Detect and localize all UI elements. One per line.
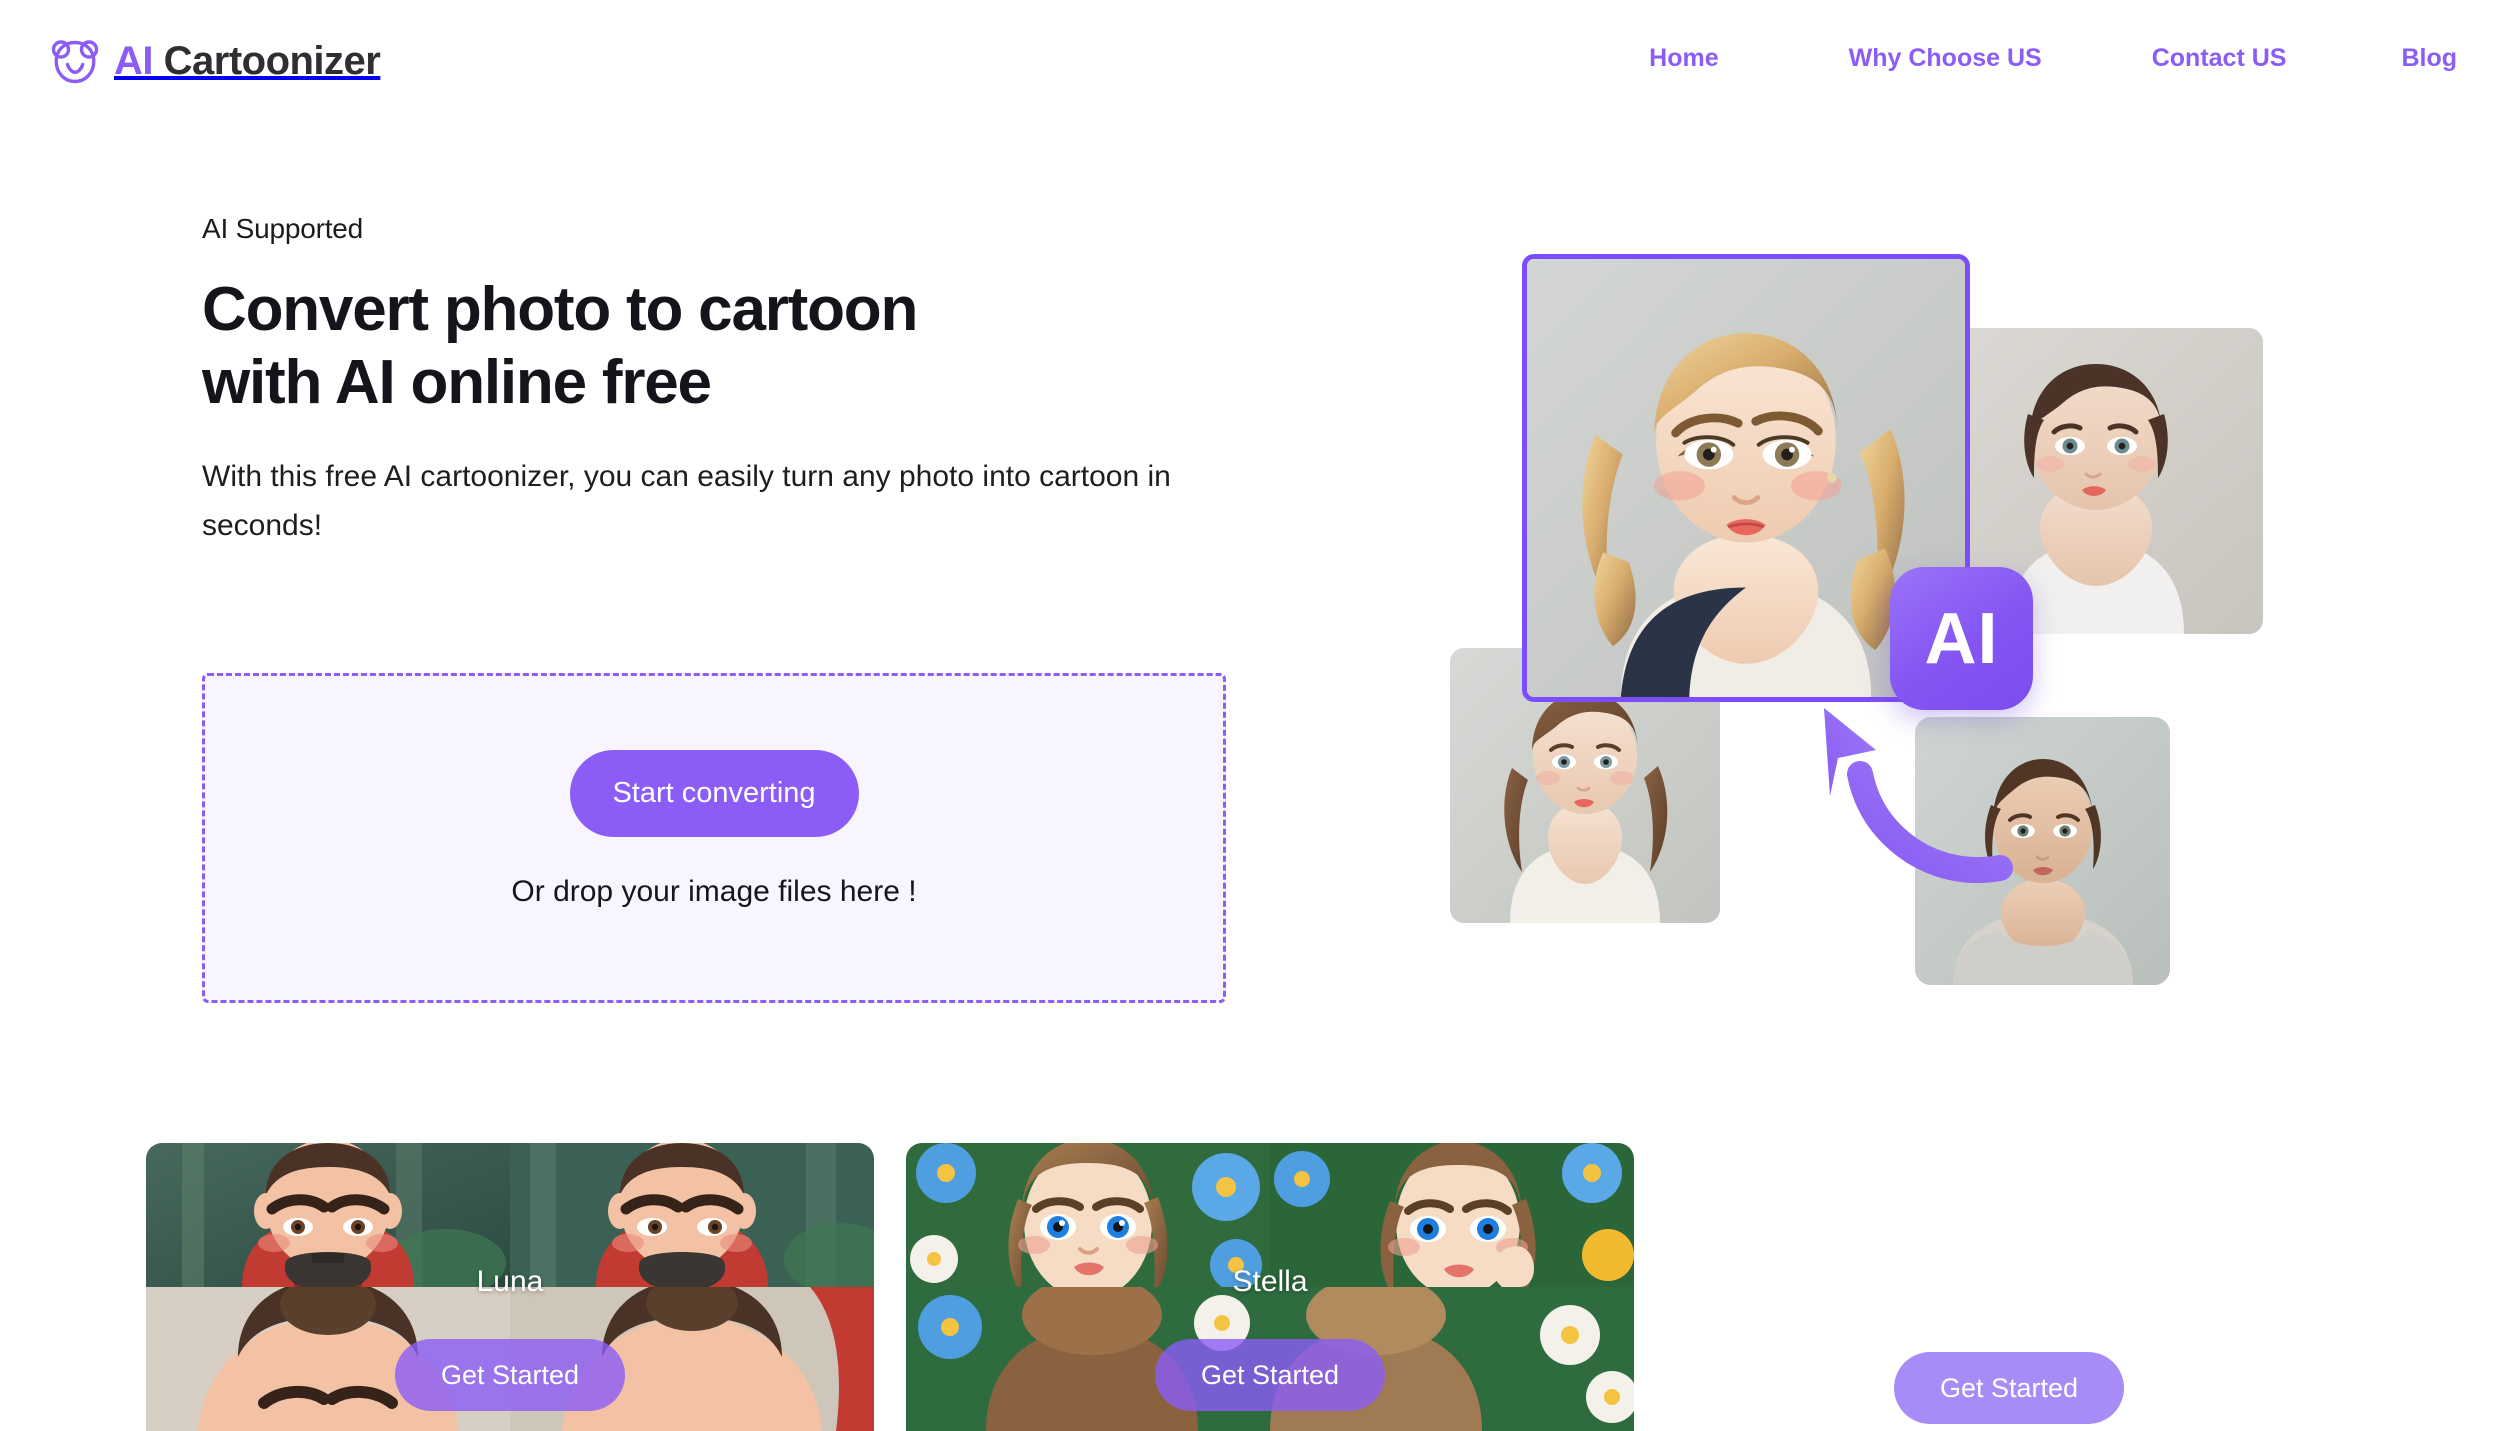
get-started-button-stella[interactable]: Get Started bbox=[1155, 1339, 1385, 1411]
start-converting-button[interactable]: Start converting bbox=[569, 749, 859, 837]
card-name-label: Luna bbox=[476, 1265, 544, 1298]
brand-name-text: Cartoonizer bbox=[153, 39, 381, 83]
brand-logo[interactable]: AI Cartoonizer bbox=[48, 36, 381, 86]
style-card-luna[interactable]: Luna Get Started bbox=[146, 1143, 874, 1431]
card-name-label: Stella bbox=[1232, 1265, 1308, 1298]
brand-text: AI Cartoonizer bbox=[114, 39, 381, 83]
dropzone-hint-text: Or drop your image files here ! bbox=[511, 874, 917, 908]
ai-badge: AI bbox=[1890, 567, 2033, 710]
style-card-stella[interactable]: Stella Get Started bbox=[906, 1143, 1634, 1431]
headline-line-1: Convert photo to cartoon bbox=[202, 275, 918, 344]
style-cards-row: Luna Get Started Stella Get Started bbox=[0, 1143, 2515, 1431]
main-navigation: Home Why Choose US Contact US Blog bbox=[1649, 44, 2457, 73]
nav-item-blog[interactable]: Blog bbox=[2401, 44, 2457, 73]
ai-badge-label: AI bbox=[1924, 598, 1999, 679]
hero-collage: AI bbox=[1450, 230, 2263, 990]
site-header: AI Cartoonizer Home Why Choose US Contac… bbox=[0, 0, 2515, 128]
hero-subcopy: With this free AI cartoonizer, you can e… bbox=[202, 460, 1171, 542]
get-started-button-standalone[interactable]: Get Started bbox=[1894, 1352, 2124, 1424]
nav-item-home[interactable]: Home bbox=[1649, 44, 1718, 73]
page-title: Convert photo to cartoon with AI online … bbox=[202, 273, 1242, 419]
headline-line-2: with AI online free bbox=[202, 348, 712, 418]
landing-page: AI Cartoonizer Home Why Choose US Contac… bbox=[0, 0, 2515, 1431]
get-started-button-luna[interactable]: Get Started bbox=[395, 1339, 625, 1411]
hero-eyebrow: AI Supported bbox=[202, 213, 364, 244]
hero-copy: AI Supported Convert photo to cartoon wi… bbox=[202, 215, 1242, 595]
bear-face-logo-icon bbox=[51, 40, 99, 84]
nav-item-why-choose-us[interactable]: Why Choose US bbox=[1849, 44, 2042, 73]
nav-item-contact-us[interactable]: Contact US bbox=[2152, 44, 2287, 73]
brand-ai-text: AI bbox=[114, 39, 154, 83]
image-dropzone[interactable]: Start converting Or drop your image file… bbox=[202, 673, 1226, 1003]
